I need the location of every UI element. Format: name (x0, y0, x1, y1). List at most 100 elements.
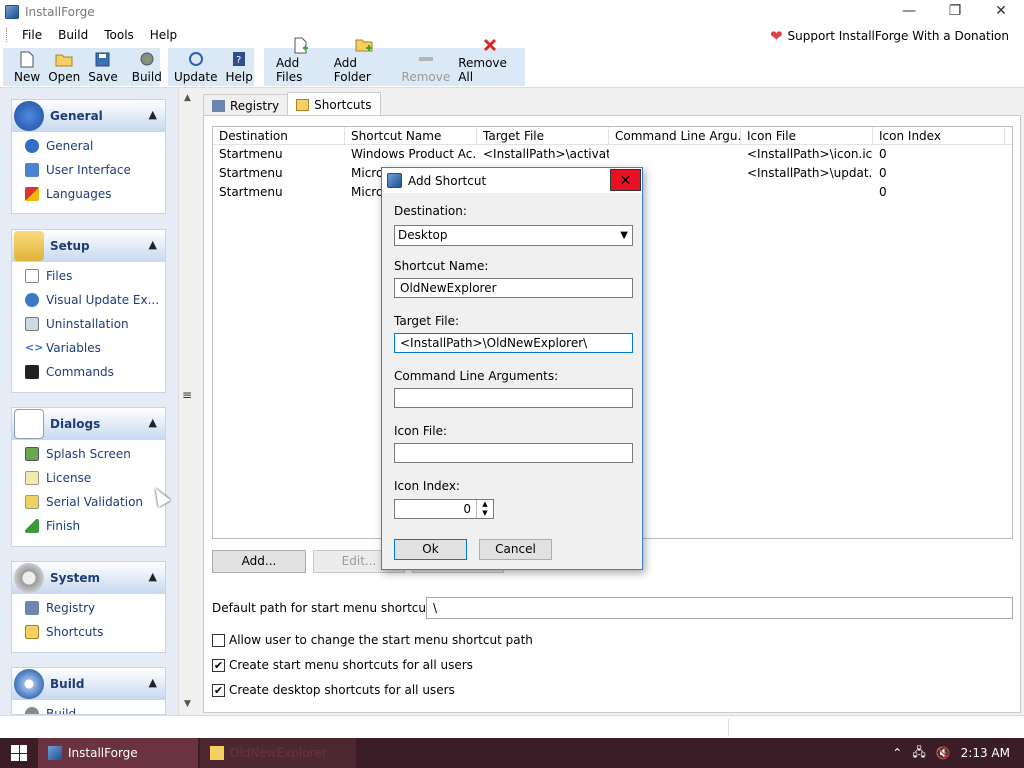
sidebar-item-shortcuts[interactable]: Shortcuts (12, 620, 165, 644)
collapse-chevron-icon[interactable]: ▲ (149, 570, 157, 583)
icon-file-input[interactable] (394, 443, 633, 463)
icon-index-stepper[interactable]: 0 ▲ ▼ (394, 499, 494, 519)
sidebar-item-uninstallation[interactable]: Uninstallation (12, 312, 165, 336)
panel-header-setup[interactable]: Setup ▲ (12, 230, 165, 262)
sidebar-item-build[interactable]: Build (12, 702, 165, 714)
build-gear-icon (138, 50, 156, 68)
info-small-icon (25, 139, 39, 153)
tray-chevron-up-icon[interactable]: ⌃ (892, 746, 902, 760)
close-button[interactable]: ✕ (978, 0, 1024, 24)
dialog-close-button[interactable]: ✕ (610, 169, 641, 191)
desktop-all-users-checkbox[interactable]: ✔ Create desktop shortcuts for all users (212, 683, 455, 697)
menu-help[interactable]: Help (142, 28, 185, 42)
taskbar-item-oldnewexplorer[interactable]: OldNewExplorer (200, 738, 356, 768)
menu-tools[interactable]: Tools (96, 28, 142, 42)
sidebar-item-languages[interactable]: Languages (12, 182, 165, 206)
sidebar-item-user-interface[interactable]: User Interface (12, 158, 165, 182)
table-header: Destination Shortcut Name Target File Co… (213, 127, 1012, 145)
panel-header-build[interactable]: Build ▲ (12, 668, 165, 700)
sidebar-item-registry[interactable]: Registry (12, 596, 165, 620)
sidebar-item-finish[interactable]: Finish (12, 514, 165, 538)
target-file-input[interactable]: <InstallPath>\OldNewExplorer\ (394, 333, 633, 353)
license-icon (25, 471, 39, 485)
remove-icon (417, 50, 435, 68)
checkbox-unchecked[interactable] (212, 633, 225, 647)
spin-up-icon[interactable]: ▲ (476, 500, 493, 509)
commands-console-icon (25, 365, 39, 379)
clock[interactable]: 2:13 AM (961, 746, 1010, 760)
table-row[interactable]: Startmenu Windows Product Ac... <Install… (213, 145, 1012, 164)
collapse-chevron-icon[interactable]: ▲ (149, 108, 157, 121)
column-destination[interactable]: Destination (213, 127, 345, 144)
target-file-label: Target File: (394, 314, 460, 328)
remove-button[interactable]: Remove (398, 50, 455, 86)
sidebar-item-general[interactable]: General (12, 134, 165, 158)
sidebar-item-variables[interactable]: <> Variables (12, 336, 165, 360)
checkbox-checked-icon[interactable]: ✔ (212, 658, 225, 672)
splitter-grip-icon[interactable]: ≡ (182, 388, 192, 402)
allow-change-checkbox[interactable]: Allow user to change the start menu shor… (212, 633, 533, 647)
donation-link[interactable]: ❤ Support InstallForge With a Donation (770, 27, 1009, 45)
scroll-down-arrow-icon[interactable]: ▼ (179, 696, 196, 713)
shortcuts-tab-icon (296, 98, 310, 111)
new-button[interactable]: New (10, 50, 44, 86)
icon-index-value[interactable]: 0 (463, 500, 471, 518)
open-button[interactable]: Open (44, 50, 84, 86)
default-path-input[interactable]: \ (426, 597, 1013, 619)
sidebar-panel-setup: Setup ▲ Files Visual Update Ex... Uninst… (11, 229, 166, 393)
system-tray: ⌃ 🖧 🔇 2:13 AM (892, 738, 1024, 768)
tab-shortcuts[interactable]: Shortcuts (287, 92, 381, 116)
scroll-up-arrow-icon[interactable]: ▲ (179, 90, 196, 107)
help-button[interactable]: ? Help (221, 50, 256, 86)
panel-header-system[interactable]: System ▲ (12, 562, 165, 594)
shortcut-name-label: Shortcut Name: (394, 259, 489, 273)
variables-icon: <> (25, 341, 44, 354)
menu-build[interactable]: Build (50, 28, 96, 42)
taskbar-item-installforge[interactable]: InstallForge (38, 738, 198, 768)
dialog-title-bar[interactable]: Add Shortcut ✕ (382, 168, 642, 193)
panel-header-dialogs[interactable]: Dialogs ▲ (12, 408, 165, 440)
add-shortcut-button[interactable]: Add... (212, 550, 306, 573)
build-button[interactable]: Build (128, 50, 166, 86)
collapse-chevron-icon[interactable]: ▲ (149, 676, 157, 689)
cmd-args-input[interactable] (394, 388, 633, 408)
help-book-icon: ? (230, 50, 248, 68)
add-files-button[interactable]: Add Files (272, 36, 330, 86)
column-shortcut-name[interactable]: Shortcut Name (345, 127, 477, 144)
ok-button[interactable]: Ok (394, 539, 467, 560)
column-command-line[interactable]: Command Line Argu... (609, 127, 741, 144)
tab-registry[interactable]: Registry (203, 94, 289, 116)
save-button[interactable]: Save (84, 50, 121, 86)
startmenu-all-users-checkbox[interactable]: ✔ Create start menu shortcuts for all us… (212, 658, 473, 672)
minimize-button[interactable]: — (886, 0, 932, 24)
destination-select[interactable]: Desktop ▼ (394, 225, 633, 246)
toolbar-group-file: New Open Save Build (3, 48, 162, 86)
column-icon-file[interactable]: Icon File (741, 127, 873, 144)
volume-muted-icon[interactable]: 🔇 (936, 746, 951, 760)
cancel-button[interactable]: Cancel (479, 539, 552, 560)
restore-button[interactable]: ❐ (932, 0, 978, 24)
panel-header-general[interactable]: General ▲ (12, 100, 165, 132)
network-icon[interactable]: 🖧 (912, 743, 925, 764)
sidebar-item-visual-update[interactable]: Visual Update Ex... (12, 288, 165, 312)
spin-down-icon[interactable]: ▼ (476, 509, 493, 518)
new-file-icon (18, 50, 36, 68)
update-button[interactable]: Update (170, 50, 221, 86)
add-file-icon (292, 36, 310, 54)
checkbox-checked-icon[interactable]: ✔ (212, 683, 225, 697)
column-target-file[interactable]: Target File (477, 127, 609, 144)
sidebar-item-license[interactable]: License (12, 466, 165, 490)
start-button[interactable] (0, 738, 38, 768)
build-cd-icon (14, 669, 44, 699)
collapse-chevron-icon[interactable]: ▲ (149, 238, 157, 251)
sidebar-item-files[interactable]: Files (12, 264, 165, 288)
menu-file[interactable]: File (14, 28, 50, 42)
remove-all-button[interactable]: Remove All (454, 36, 525, 86)
sidebar-item-serial-validation[interactable]: Serial Validation (12, 490, 165, 514)
collapse-chevron-icon[interactable]: ▲ (149, 416, 157, 429)
sidebar-item-commands[interactable]: Commands (12, 360, 165, 384)
column-icon-index[interactable]: Icon Index (873, 127, 1005, 144)
add-folder-button[interactable]: Add Folder (330, 36, 398, 86)
sidebar-item-splash-screen[interactable]: Splash Screen (12, 442, 165, 466)
shortcut-name-input[interactable]: OldNewExplorer (394, 278, 633, 298)
